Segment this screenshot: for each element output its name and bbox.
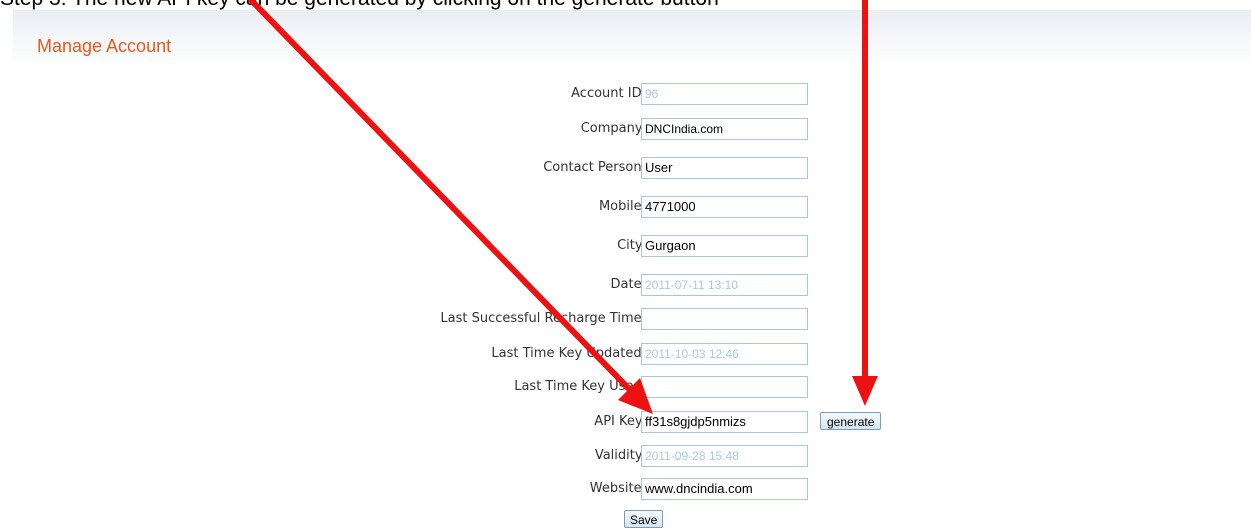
manage-account-panel: Manage Account Account ID: 96 Company: D… xyxy=(13,10,1251,529)
last-recharge-label: Last Successful Recharge Time: xyxy=(440,311,646,326)
last-recharge-field[interactable] xyxy=(641,308,808,330)
account-id-field[interactable]: 96 xyxy=(641,83,808,105)
last-key-used-field[interactable] xyxy=(641,376,808,398)
api-key-field[interactable]: ff31s8gjdp5nmizs xyxy=(641,411,808,433)
date-row: Date: 2011-07-11 13:10 xyxy=(13,274,1251,298)
account-id-label: Account ID: xyxy=(571,86,646,101)
company-field[interactable]: DNCIndia.com xyxy=(641,118,808,140)
contact-person-field[interactable]: User xyxy=(641,157,808,179)
validity-label: Validity: xyxy=(594,448,646,463)
validity-field[interactable]: 2011-09-28 15:48 xyxy=(641,445,808,467)
mobile-row: Mobile: 4771000 xyxy=(13,196,1251,220)
website-row: Website: www.dncindia.com xyxy=(13,478,1251,502)
generate-button[interactable]: generate xyxy=(820,412,882,430)
website-field[interactable]: www.dncindia.com xyxy=(641,478,808,500)
last-key-used-label: Last Time Key Used: xyxy=(514,379,646,394)
api-key-label: API Key: xyxy=(594,414,646,429)
last-key-updated-label: Last Time Key Updated: xyxy=(491,346,646,361)
contact-person-label: Contact Person: xyxy=(543,160,646,175)
city-row: City: Gurgaon xyxy=(13,235,1251,259)
page-title: Manage Account xyxy=(37,36,172,56)
company-row: Company: DNCIndia.com xyxy=(13,118,1251,142)
contact-person-row: Contact Person: User xyxy=(13,157,1251,181)
date-field[interactable]: 2011-07-11 13:10 xyxy=(641,274,808,296)
website-label: Website: xyxy=(589,481,646,496)
mobile-field[interactable]: 4771000 xyxy=(641,196,808,218)
company-label: Company: xyxy=(580,121,646,136)
last-recharge-row: Last Successful Recharge Time: xyxy=(13,308,1251,332)
api-key-row: API Key: ff31s8gjdp5nmizs generate xyxy=(13,411,1251,435)
account-id-row: Account ID: 96 xyxy=(13,83,1251,107)
save-button[interactable]: Save xyxy=(624,510,664,528)
city-field[interactable]: Gurgaon xyxy=(641,235,808,257)
mobile-label: Mobile: xyxy=(598,199,646,214)
last-key-used-row: Last Time Key Used: xyxy=(13,376,1251,400)
last-key-updated-field[interactable]: 2011-10-03 12:46 xyxy=(641,343,808,365)
validity-row: Validity: 2011-09-28 15:48 xyxy=(13,445,1251,469)
last-key-updated-row: Last Time Key Updated: 2011-10-03 12:46 xyxy=(13,343,1251,367)
